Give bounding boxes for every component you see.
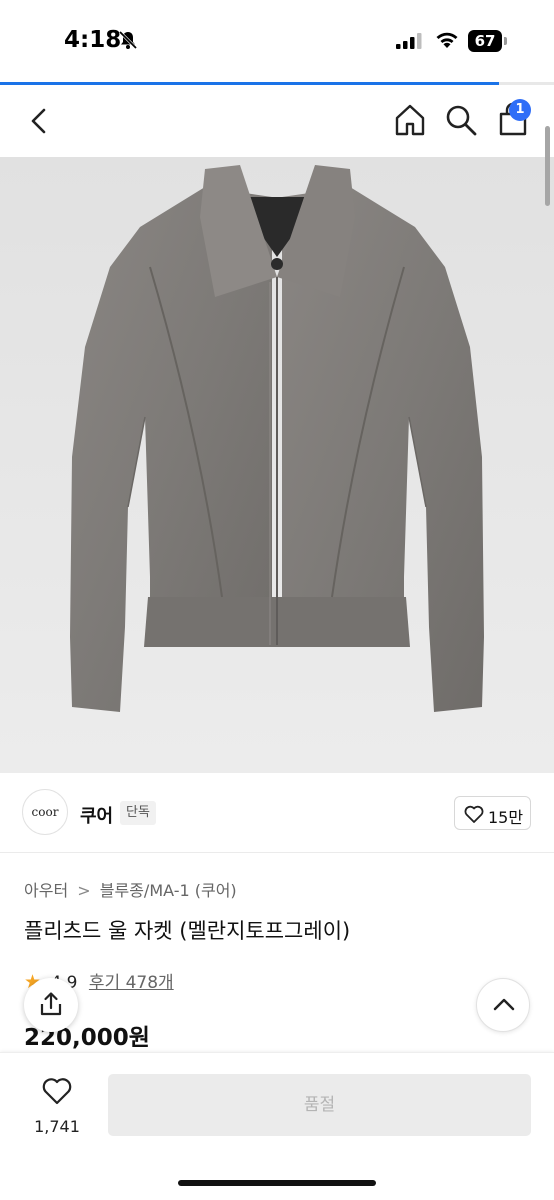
- heart-icon: [464, 805, 484, 823]
- scroll-indicator: [545, 126, 550, 206]
- wishlist-button[interactable]: 1,741: [22, 1073, 92, 1143]
- share-icon: [40, 992, 62, 1016]
- review-link[interactable]: 후기 478개: [89, 973, 174, 993]
- share-button[interactable]: [24, 978, 78, 1032]
- back-chevron-icon[interactable]: [24, 105, 56, 137]
- breadcrumb-separator: >: [77, 881, 91, 900]
- jacket-illustration: [70, 165, 484, 712]
- breadcrumb-item-outer[interactable]: 아우터: [24, 877, 68, 901]
- soldout-button[interactable]: 품절: [108, 1074, 531, 1136]
- brand-name[interactable]: 쿠어: [80, 802, 113, 828]
- breadcrumb: 아우터 > 블루종/MA-1 (쿠어): [24, 877, 237, 901]
- heart-icon: [42, 1078, 72, 1105]
- bottom-action-bar: 1,741 품절: [0, 1052, 554, 1200]
- app-header: 1: [0, 85, 554, 157]
- home-icon[interactable]: [394, 103, 426, 137]
- wifi-icon: [436, 32, 458, 48]
- bell-slash-icon: [118, 30, 138, 50]
- brand-logo[interactable]: coor: [22, 789, 68, 835]
- battery-level: 67: [468, 30, 502, 52]
- search-icon[interactable]: [444, 103, 478, 137]
- product-image[interactable]: [0, 157, 554, 773]
- chevron-up-icon: [493, 998, 515, 1011]
- home-indicator: [178, 1180, 376, 1186]
- status-time: 4:18: [64, 27, 122, 53]
- brand-row: coor 쿠어 단독 15만: [0, 773, 554, 853]
- breadcrumb-item-blouson[interactable]: 블루종/MA-1 (쿠어): [100, 877, 237, 901]
- cart-count-badge: 1: [509, 99, 531, 121]
- battery-icon: 67: [468, 30, 508, 52]
- wishlist-count: 1,741: [34, 1117, 80, 1136]
- status-bar: 4:18 67: [0, 0, 554, 82]
- product-title: 플리츠드 울 자켓 (멜란지토프그레이): [24, 919, 351, 943]
- exclusive-badge: 단독: [120, 801, 156, 825]
- brand-like-count: 15만: [488, 808, 524, 827]
- brand-like-button[interactable]: 15만: [454, 796, 531, 830]
- signal-icon: [396, 33, 422, 49]
- scroll-top-button[interactable]: [476, 978, 530, 1032]
